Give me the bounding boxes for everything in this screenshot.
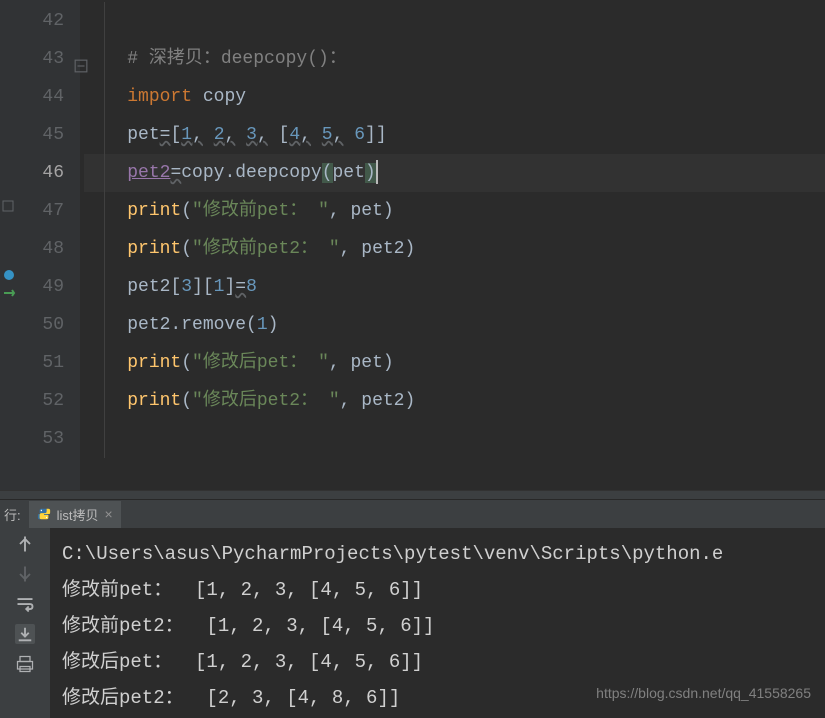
code-line[interactable]: # 深拷贝：deepcopy()：: [84, 40, 825, 78]
line-number[interactable]: 51: [20, 344, 64, 382]
run-panel-label: 行:: [4, 505, 21, 524]
line-number[interactable]: 45: [20, 116, 64, 154]
line-number[interactable]: 52: [20, 382, 64, 420]
code-line[interactable]: pet2=copy.deepcopy(pet): [84, 154, 825, 192]
breakpoint-marker[interactable]: [2, 268, 16, 282]
code-line[interactable]: print("修改前pet2： ", pet2): [84, 230, 825, 268]
panel-divider[interactable]: [0, 490, 825, 500]
run-tab[interactable]: list拷贝 ×: [29, 501, 121, 528]
code-line[interactable]: print("修改后pet2： ", pet2): [84, 382, 825, 420]
code-line[interactable]: print("修改前pet： ", pet): [84, 192, 825, 230]
vcs-marker[interactable]: [2, 286, 16, 300]
code-line[interactable]: [84, 420, 825, 458]
line-number[interactable]: 44: [20, 78, 64, 116]
scroll-down-icon[interactable]: [15, 564, 35, 584]
fold-icon[interactable]: [74, 50, 88, 64]
line-number[interactable]: 46: [20, 154, 64, 192]
editor-area: 42 43 44 45 46 47 48 49 50 51 52 53 # 深拷…: [0, 0, 825, 490]
python-file-icon: [37, 507, 51, 521]
line-number[interactable]: 42: [20, 2, 64, 40]
code-line[interactable]: [84, 2, 825, 40]
line-number[interactable]: 48: [20, 230, 64, 268]
text-cursor: [376, 160, 378, 184]
close-tab-icon[interactable]: ×: [105, 506, 113, 522]
run-tab-bar: 行: list拷贝 ×: [0, 500, 825, 528]
line-number[interactable]: 43: [20, 40, 64, 78]
code-line[interactable]: pet2[3][1]=8: [84, 268, 825, 306]
code-line[interactable]: print("修改后pet： ", pet): [84, 344, 825, 382]
code-line[interactable]: import copy: [84, 78, 825, 116]
line-number[interactable]: 49: [20, 268, 64, 306]
code-line[interactable]: pet2.remove(1): [84, 306, 825, 344]
print-icon[interactable]: [15, 654, 35, 674]
line-number[interactable]: 50: [20, 306, 64, 344]
code-editor[interactable]: # 深拷贝：deepcopy()： import copy pet=[1, 2,…: [80, 0, 825, 490]
scroll-to-end-icon[interactable]: [15, 624, 35, 644]
watermark-text: https://blog.csdn.net/qq_41558265: [596, 685, 811, 701]
soft-wrap-icon[interactable]: [15, 594, 35, 614]
run-tab-title: list拷贝: [57, 505, 99, 524]
line-number[interactable]: 47: [20, 192, 64, 230]
code-line[interactable]: pet=[1, 2, 3, [4, 5, 6]]: [84, 116, 825, 154]
scroll-up-icon[interactable]: [15, 534, 35, 554]
line-number-gutter[interactable]: 42 43 44 45 46 47 48 49 50 51 52 53: [20, 0, 80, 490]
line-number[interactable]: 53: [20, 420, 64, 458]
console-toolbar: [0, 528, 50, 718]
left-margin: [0, 0, 20, 490]
bookmark-marker[interactable]: [2, 200, 16, 214]
